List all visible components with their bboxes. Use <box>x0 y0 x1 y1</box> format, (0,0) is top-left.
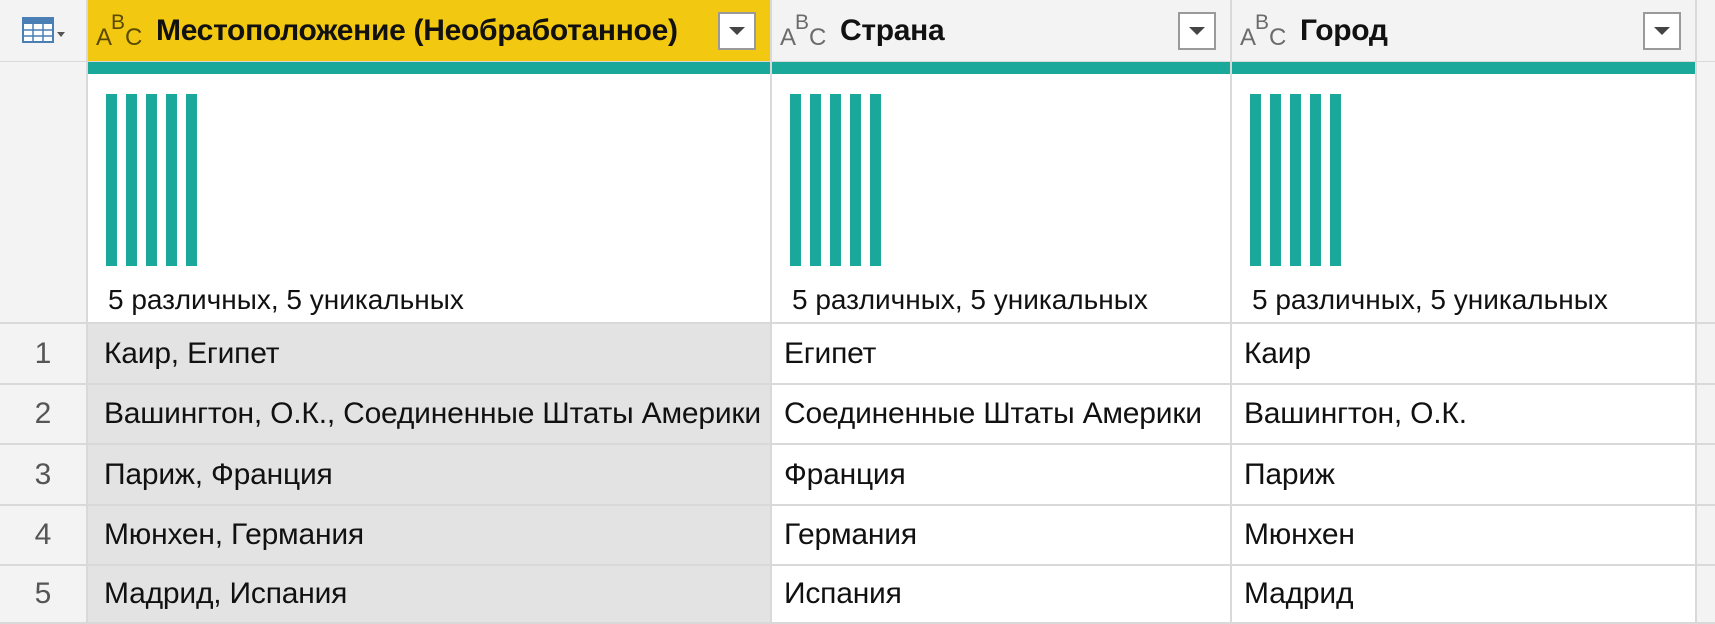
table-cell[interactable]: Мюнхен, Германия <box>88 506 772 566</box>
column-quality-bar[interactable] <box>1232 62 1697 74</box>
distribution-bar[interactable] <box>1270 94 1281 266</box>
distribution-bar[interactable] <box>186 94 197 266</box>
type-icon-letter-a: A <box>780 23 797 51</box>
grid-edge <box>1697 506 1715 566</box>
grid-edge <box>1697 324 1715 385</box>
distribution-bar[interactable] <box>850 94 861 266</box>
row-number[interactable]: 3 <box>0 445 88 506</box>
table-cell[interactable]: Франция <box>772 445 1232 506</box>
row-number[interactable]: 5 <box>0 566 88 624</box>
column-distribution-profile[interactable]: 5 различных, 5 уникальных <box>772 74 1232 324</box>
distribution-bar[interactable] <box>106 94 117 266</box>
table-menu-button[interactable] <box>0 0 88 62</box>
chevron-down-icon <box>729 27 745 35</box>
distribution-summary: 5 различных, 5 уникальных <box>1252 284 1608 315</box>
grid-edge <box>1697 385 1715 445</box>
table-cell[interactable]: Париж, Франция <box>88 445 772 506</box>
column-distribution-profile[interactable]: 5 различных, 5 уникальных <box>1232 74 1697 324</box>
column-header-city[interactable]: A B C Город <box>1232 0 1697 62</box>
distribution-bar[interactable] <box>166 94 177 266</box>
type-icon-letter-b: B <box>795 10 810 34</box>
column-title: Местоположение (Необработанное) <box>156 13 678 47</box>
type-icon-letter-c: C <box>1269 23 1287 51</box>
type-icon-letter-c: C <box>809 23 827 51</box>
type-icon-letter-c: C <box>125 23 143 51</box>
distribution-histogram <box>1250 94 1341 266</box>
column-filter-dropdown[interactable] <box>1178 12 1216 50</box>
row-number[interactable]: 1 <box>0 324 88 385</box>
column-title: Город <box>1300 13 1388 47</box>
row-number[interactable]: 4 <box>0 506 88 566</box>
table-cell[interactable]: Вашингтон, О.К., Соединенные Штаты Амери… <box>88 385 772 445</box>
grid-edge <box>1697 566 1715 624</box>
column-header-country[interactable]: A B C Страна <box>772 0 1232 62</box>
distribution-bar[interactable] <box>790 94 801 266</box>
table-cell[interactable]: Каир, Египет <box>88 324 772 385</box>
table-cell[interactable]: Германия <box>772 506 1232 566</box>
type-icon-letter-a: A <box>1240 23 1257 51</box>
grid-edge <box>1697 0 1715 62</box>
row-number[interactable]: 2 <box>0 385 88 445</box>
table-cell[interactable]: Вашингтон, О.К. <box>1232 385 1697 445</box>
abc-text-type-icon[interactable]: A B C <box>778 11 832 51</box>
distribution-bar[interactable] <box>126 94 137 266</box>
column-filter-dropdown[interactable] <box>718 12 756 50</box>
gutter <box>0 74 88 324</box>
type-icon-letter-a: A <box>96 23 113 51</box>
table-cell[interactable]: Мюнхен <box>1232 506 1697 566</box>
column-distribution-profile[interactable]: 5 различных, 5 уникальных <box>88 74 772 324</box>
type-icon-letter-b: B <box>111 10 126 34</box>
abc-text-type-icon[interactable]: A B C <box>94 11 148 51</box>
distribution-summary: 5 различных, 5 уникальных <box>108 284 464 315</box>
distribution-bar[interactable] <box>870 94 881 266</box>
column-quality-bar[interactable] <box>88 62 772 74</box>
abc-text-type-icon[interactable]: A B C <box>1238 11 1292 51</box>
distribution-bar[interactable] <box>810 94 821 266</box>
table-menu-icon <box>20 14 66 48</box>
distribution-histogram <box>106 94 197 266</box>
chevron-down-icon <box>1189 27 1205 35</box>
grid-edge <box>1697 62 1715 74</box>
table-cell[interactable]: Каир <box>1232 324 1697 385</box>
distribution-bar[interactable] <box>1330 94 1341 266</box>
distribution-bar[interactable] <box>1290 94 1301 266</box>
chevron-down-icon <box>1654 27 1670 35</box>
table-cell[interactable]: Соединенные Штаты Америки <box>772 385 1232 445</box>
grid-edge <box>1697 74 1715 324</box>
column-header-location-raw[interactable]: A B C Местоположение (Необработанное) <box>88 0 772 62</box>
table-cell[interactable]: Мадрид <box>1232 566 1697 624</box>
table-cell[interactable]: Испания <box>772 566 1232 624</box>
gutter <box>0 62 88 74</box>
distribution-bar[interactable] <box>1310 94 1321 266</box>
distribution-bar[interactable] <box>1250 94 1261 266</box>
distribution-bar[interactable] <box>146 94 157 266</box>
type-icon-letter-b: B <box>1255 10 1270 34</box>
distribution-histogram <box>790 94 881 266</box>
data-grid: A B C Местоположение (Необработанное) A … <box>0 0 1715 624</box>
column-quality-bar[interactable] <box>772 62 1232 74</box>
table-cell[interactable]: Египет <box>772 324 1232 385</box>
distribution-summary: 5 различных, 5 уникальных <box>792 284 1148 315</box>
grid-edge <box>1697 445 1715 506</box>
column-filter-dropdown[interactable] <box>1643 12 1681 50</box>
distribution-bar[interactable] <box>830 94 841 266</box>
table-cell[interactable]: Париж <box>1232 445 1697 506</box>
column-title: Страна <box>840 13 945 47</box>
table-cell[interactable]: Мадрид, Испания <box>88 566 772 624</box>
